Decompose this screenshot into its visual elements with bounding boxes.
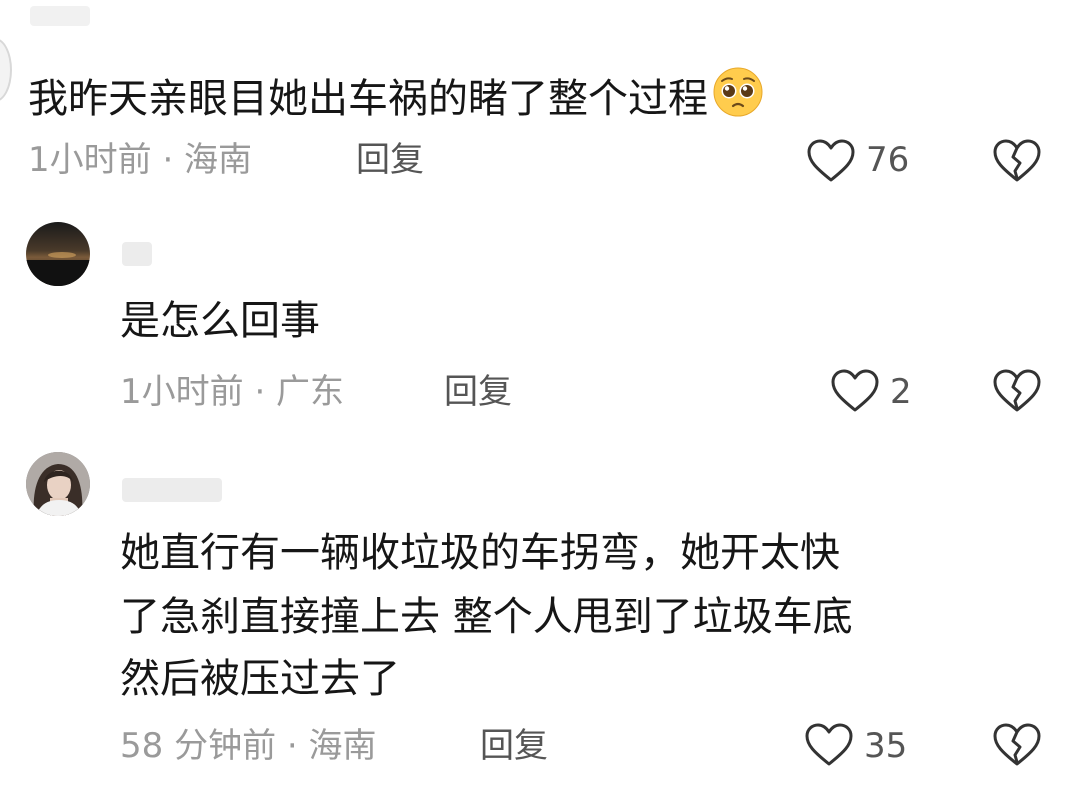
like-count: 2	[890, 372, 912, 412]
avatar[interactable]	[26, 222, 90, 286]
avatar-portrait-image	[26, 452, 90, 516]
like-count: 35	[864, 726, 908, 766]
broken-heart-icon[interactable]	[992, 368, 1042, 414]
comment-meta: 1小时前 · 海南	[28, 140, 253, 180]
heart-icon[interactable]	[806, 138, 856, 184]
pleading-face-emoji-icon	[713, 67, 763, 117]
comment-text-content: 我昨天亲眼目她出车祸的睹了整个过程	[28, 76, 708, 122]
avatar-sunset-image	[26, 222, 90, 286]
like-count: 76	[866, 140, 910, 180]
username-blurred	[30, 6, 90, 26]
comment-text-line: 了急刹直接撞上去 整个人甩到了垃圾车底	[120, 594, 853, 640]
comment-text-line: 她直行有一辆收垃圾的车拐弯，她开太快	[120, 530, 840, 576]
broken-heart-icon[interactable]	[992, 722, 1042, 768]
username-blurred	[122, 478, 222, 502]
username-blurred	[122, 242, 152, 266]
heart-icon[interactable]	[830, 368, 880, 414]
reply-button[interactable]: 回复	[480, 724, 548, 768]
reply-button[interactable]: 回复	[444, 370, 512, 414]
comment-meta: 1小时前 · 广东	[120, 372, 345, 412]
heart-icon[interactable]	[804, 722, 854, 768]
avatar[interactable]	[0, 38, 12, 102]
comment-text: 我昨天亲眼目她出车祸的睹了整个过程	[28, 66, 764, 126]
comment-meta: 58 分钟前 · 海南	[120, 726, 377, 766]
broken-heart-icon[interactable]	[992, 138, 1042, 184]
reply-button[interactable]: 回复	[356, 138, 424, 182]
comment-text-line: 然后被压过去了	[120, 656, 400, 702]
comment-text: 是怎么回事	[120, 298, 320, 344]
avatar[interactable]	[26, 452, 90, 516]
